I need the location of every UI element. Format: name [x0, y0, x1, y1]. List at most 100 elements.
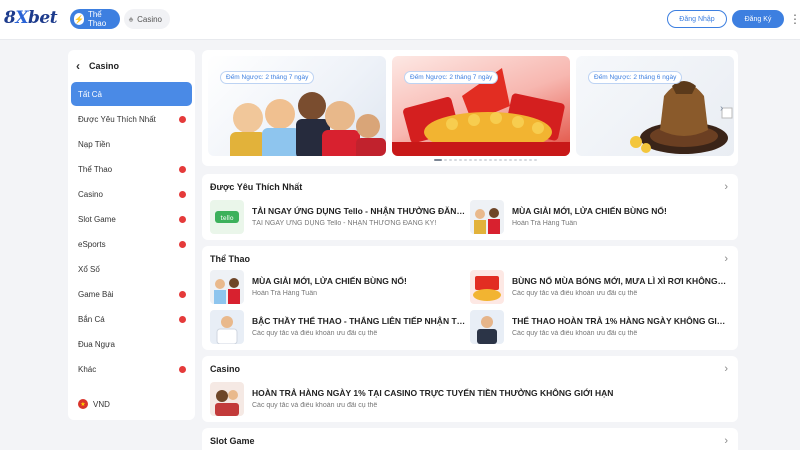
sidebar-item-label: Tất Cả: [78, 89, 103, 99]
tab-sports[interactable]: ⚡ Thể Thao: [70, 9, 120, 29]
section-title: Được Yêu Thích Nhất: [210, 182, 303, 192]
sidebar-item-other[interactable]: Khác: [71, 357, 192, 381]
sidebar-item-label: Slot Game: [78, 214, 116, 224]
section-slot-game: Slot Game ›: [202, 428, 738, 450]
spade-icon: ♠: [128, 14, 134, 24]
chevron-right-icon[interactable]: ›: [724, 253, 728, 265]
promo-thumbnail: [210, 310, 244, 344]
top-bar: 8Xbet ⚡ Thể Thao ♠ Casino Đăng Nhập Đăng…: [0, 0, 800, 40]
promo-title: HOÀN TRẢ HÀNG NGÀY 1% TẠI CASINO TRỰC TU…: [252, 388, 614, 398]
promo-thumbnail: [470, 270, 504, 304]
countdown-badge: Đếm Ngược: 2 tháng 6 ngày: [588, 71, 683, 84]
tab-casino[interactable]: ♠ Casino: [124, 9, 170, 29]
notification-dot: [179, 191, 186, 198]
countdown-badge: Đếm Ngược: 2 tháng 7 ngày: [220, 71, 315, 84]
promo-item[interactable]: HOÀN TRẢ HÀNG NGÀY 1% TẠI CASINO TRỰC TU…: [210, 382, 730, 416]
sidebar-item-card-games[interactable]: Game Bài: [71, 282, 192, 306]
sidebar-item-fishing[interactable]: Bắn Cá: [71, 307, 192, 331]
currency-selector[interactable]: ★ VND: [78, 399, 110, 409]
section-sports: Thể Thao › MÙA GIẢI MỚI, LỬA CHIẾN BÙNG …: [202, 246, 738, 350]
sidebar-item-slot-game[interactable]: Slot Game: [71, 207, 192, 231]
banner-roulette[interactable]: Đếm Ngược: 2 tháng 6 ngày: [576, 56, 734, 156]
promo-thumbnail: [210, 270, 244, 304]
sidebar-item-label: Game Bài: [78, 289, 114, 299]
banner-carousel: Đếm Ngược: 2 tháng 7 ngày Đếm Ngược: 2 t…: [202, 50, 738, 166]
sidebar-item-deposit[interactable]: Nạp Tiền: [71, 132, 192, 156]
promo-title: THỂ THAO HOÀN TRẢ 1% HÀNG NGÀY KHÔNG GIỚ…: [512, 316, 727, 326]
login-button[interactable]: Đăng Nhập: [667, 10, 727, 28]
sidebar-item-sports[interactable]: Thể Thao: [71, 157, 192, 181]
promo-item[interactable]: tello TẢI NGAY ỨNG DỤNG Tello - NHẬN THƯ…: [210, 200, 472, 234]
section-title: Slot Game: [210, 436, 255, 446]
notification-dot: [179, 166, 186, 173]
lightning-icon: ⚡: [74, 13, 84, 25]
notification-dot: [179, 241, 186, 248]
promo-title: BÙNG NỔ MÙA BÓNG MỚI, MƯA LÌ XÌ RƠI KHÔN…: [512, 276, 727, 286]
tab-casino-label: Casino: [137, 14, 162, 24]
section-favorites: Được Yêu Thích Nhất › tello TẢI NGAY ỨNG…: [202, 174, 738, 240]
promo-item[interactable]: BÙNG NỔ MÙA BÓNG MỚI, MƯA LÌ XÌ RƠI KHÔN…: [470, 270, 732, 304]
promo-item[interactable]: MÙA GIẢI MỚI, LỬA CHIẾN BÙNG NỔ! Hoàn Tr…: [470, 200, 732, 234]
promo-item[interactable]: BẬC THẦY THỂ THAO - THẮNG LIÊN TIẾP NHẬN…: [210, 310, 472, 344]
sidebar-item-all[interactable]: Tất Cả: [71, 82, 192, 106]
sidebar-item-label: eSports: [78, 239, 106, 249]
promo-subtitle: Các quy tắc và điều khoản ưu đãi cụ thể: [252, 330, 378, 337]
promo-subtitle: Các quy tắc và điều khoản ưu đãi cụ thể: [252, 402, 378, 409]
sidebar-item-label: Xổ Số: [78, 264, 100, 274]
sidebar-item-label: Thể Thao: [78, 164, 113, 174]
next-slide-icon[interactable]: ›: [720, 103, 723, 114]
banner-red-envelopes[interactable]: Đếm Ngược: 2 tháng 7 ngày: [392, 56, 570, 156]
promo-title: BẬC THẦY THỂ THAO - THẮNG LIÊN TIẾP NHẬN…: [252, 316, 467, 326]
sidebar: ‹ Casino Tất Cả Được Yêu Thích Nhất Nạp …: [68, 50, 195, 420]
notification-dot: [179, 316, 186, 323]
section-title: Casino: [210, 364, 241, 374]
sidebar-item-label: Casino: [78, 189, 103, 199]
promo-subtitle: Các quy tắc và điều khoản ưu đãi cụ thể: [512, 290, 638, 297]
vietnam-flag-icon: ★: [78, 399, 88, 409]
promo-subtitle: Hoàn Trả Hàng Tuần: [252, 290, 317, 297]
chevron-right-icon[interactable]: ›: [724, 181, 728, 193]
banner-football-players[interactable]: Đếm Ngược: 2 tháng 7 ngày: [208, 56, 386, 156]
promo-thumbnail: [470, 310, 504, 344]
sidebar-item-casino[interactable]: Casino: [71, 182, 192, 206]
carousel-indicators[interactable]: [434, 159, 537, 161]
sidebar-item-label: Bắn Cá: [78, 314, 105, 324]
section-title: Thể Thao: [210, 254, 250, 264]
sidebar-item-label: Khác: [78, 364, 97, 374]
more-icon[interactable]: ⋮: [789, 12, 800, 26]
sidebar-item-esports[interactable]: eSports: [71, 232, 192, 256]
sidebar-item-lottery[interactable]: Xổ Số: [71, 257, 192, 281]
svg-text:tello: tello: [220, 215, 233, 222]
chevron-right-icon[interactable]: ›: [724, 435, 728, 447]
promo-subtitle: Hoàn Trả Hàng Tuần: [512, 220, 577, 227]
chevron-right-icon[interactable]: ›: [724, 363, 728, 375]
promo-subtitle: Các quy tắc và điều khoản ưu đãi cụ thể: [512, 330, 638, 337]
promo-thumbnail: [470, 200, 504, 234]
sidebar-item-label: Nạp Tiền: [78, 139, 111, 149]
promo-subtitle: TẢI NGAY ỨNG DỤNG Tello - NHẬN THƯỞNG ĐĂ…: [252, 220, 437, 227]
sidebar-header: ‹ Casino: [76, 56, 119, 76]
currency-label: VND: [93, 399, 110, 409]
sidebar-item-label: Đua Ngựa: [78, 339, 115, 349]
promo-thumbnail: [210, 382, 244, 416]
back-icon[interactable]: ‹: [76, 59, 80, 73]
sidebar-item-horse-racing[interactable]: Đua Ngựa: [71, 332, 192, 356]
countdown-badge: Đếm Ngược: 2 tháng 7 ngày: [404, 71, 499, 84]
promo-thumbnail: tello: [210, 200, 244, 234]
promo-title: MÙA GIẢI MỚI, LỬA CHIẾN BÙNG NỔ!: [252, 276, 407, 286]
notification-dot: [179, 116, 186, 123]
logo[interactable]: 8Xbet: [4, 8, 58, 28]
promo-item[interactable]: THỂ THAO HOÀN TRẢ 1% HÀNG NGÀY KHÔNG GIỚ…: [470, 310, 732, 344]
sidebar-title: Casino: [89, 61, 120, 71]
tab-sports-label: Thể Thao: [87, 10, 107, 28]
notification-dot: [179, 216, 186, 223]
promo-title: TẢI NGAY ỨNG DỤNG Tello - NHẬN THƯỞNG ĐĂ…: [252, 206, 467, 216]
promo-item[interactable]: MÙA GIẢI MỚI, LỬA CHIẾN BÙNG NỔ! Hoàn Tr…: [210, 270, 472, 304]
sidebar-item-label: Được Yêu Thích Nhất: [78, 114, 156, 124]
notification-dot: [179, 291, 186, 298]
promo-title: MÙA GIẢI MỚI, LỬA CHIẾN BÙNG NỔ!: [512, 206, 667, 216]
notification-dot: [179, 366, 186, 373]
register-button[interactable]: Đăng Ký: [732, 10, 784, 28]
section-casino: Casino › HOÀN TRẢ HÀNG NGÀY 1% TẠI CASIN…: [202, 356, 738, 422]
sidebar-item-favorites[interactable]: Được Yêu Thích Nhất: [71, 107, 192, 131]
